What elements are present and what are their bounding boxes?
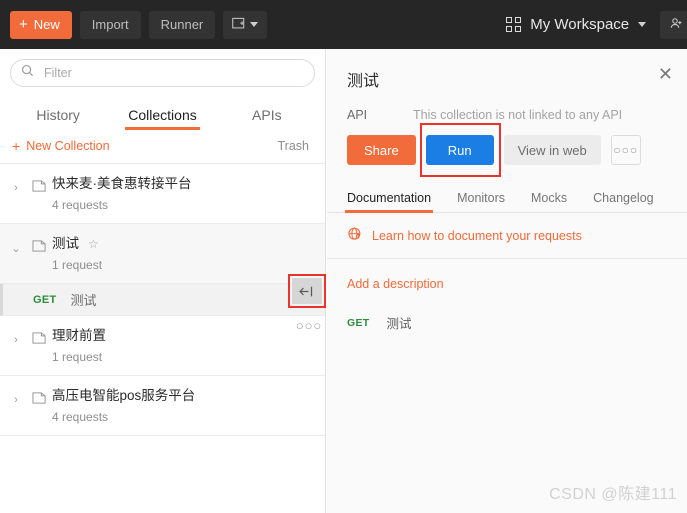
api-link-row: API This collection is not linked to any…: [347, 108, 667, 122]
new-window-button[interactable]: [223, 10, 268, 39]
request-method: GET: [347, 316, 370, 329]
chevron-down-icon: [250, 22, 259, 27]
panel-action-buttons: Share Run View in web ○○○: [347, 123, 667, 177]
documentation-request-row[interactable]: GET 测试: [327, 291, 687, 332]
chevron-right-icon[interactable]: ›: [6, 327, 26, 346]
sidebar-tabs: History Collections APIs: [0, 94, 325, 130]
invite-button[interactable]: In: [660, 10, 687, 39]
trash-link[interactable]: Trash: [278, 139, 310, 153]
panel-header: 测试 ✕ API This collection is not linked t…: [327, 49, 687, 177]
watermark: CSDN @陈建111: [549, 486, 677, 503]
tab-monitors[interactable]: Monitors: [457, 191, 505, 212]
folder-icon: [26, 235, 52, 253]
collection-title: 理财前置: [52, 327, 317, 345]
new-button-label: New: [33, 17, 60, 32]
plus-icon: +: [12, 138, 21, 154]
collapse-left-icon: [299, 286, 313, 296]
new-button[interactable]: + New: [10, 10, 72, 39]
globe-upload-icon: [347, 226, 363, 245]
folder-icon: [26, 327, 52, 345]
tab-history[interactable]: History: [6, 107, 110, 130]
search-icon: [21, 64, 34, 82]
learn-documentation-link[interactable]: Learn how to document your requests: [327, 213, 687, 259]
collection-count: 1 request: [52, 258, 103, 272]
collection-detail-panel: 测试 ✕ API This collection is not linked t…: [327, 49, 687, 513]
collection-name: 测试: [52, 236, 79, 251]
panel-more-button[interactable]: ○○○: [610, 135, 641, 165]
person-add-icon: [670, 17, 683, 33]
collection-name: 高压电智能pos服务平台: [52, 388, 196, 403]
collection-row[interactable]: ⌄ 测试 ☆ 1 request: [0, 224, 325, 284]
panel-tabs: Documentation Monitors Mocks Changelog: [327, 183, 687, 213]
search-input[interactable]: [42, 65, 304, 81]
top-toolbar: + New Import Runner My Workspace: [0, 0, 687, 49]
tab-mocks[interactable]: Mocks: [531, 191, 567, 212]
learn-link-label: Learn how to document your requests: [372, 228, 582, 243]
collection-row[interactable]: › 高压电智能pos服务平台 4 requests: [0, 376, 325, 436]
api-label: API: [347, 108, 368, 122]
collection-count: 4 requests: [52, 198, 109, 212]
postman-window: + New Import Runner My Workspace Filter …: [0, 0, 687, 513]
run-button[interactable]: Run: [425, 135, 494, 165]
api-link-status: This collection is not linked to any API: [413, 108, 623, 122]
collection-title: 快来麦·美食惠转接平台: [52, 175, 317, 193]
toolbar-right-group: My Workspace In: [506, 0, 687, 49]
toolbar-left-group: + New Import Runner: [0, 10, 268, 39]
collection-text: 快来麦·美食惠转接平台 4 requests: [52, 175, 317, 212]
filter-box[interactable]: [10, 59, 315, 87]
collapse-sidebar-button[interactable]: [292, 278, 322, 304]
sidebar-actions: + New Collection Trash: [0, 130, 325, 164]
add-description-link[interactable]: Add a description: [327, 259, 687, 291]
collection-title: 高压电智能pos服务平台: [52, 387, 317, 405]
workspace-label: My Workspace: [530, 16, 630, 33]
filter-wrapper: [0, 49, 325, 87]
collection-count: 1 request: [52, 350, 103, 364]
request-name: 测试: [70, 293, 97, 308]
chevron-right-icon[interactable]: ›: [6, 175, 26, 194]
new-collection-button[interactable]: + New Collection: [12, 139, 110, 153]
tab-changelog[interactable]: Changelog: [593, 191, 653, 212]
collection-more-button[interactable]: ○○○: [294, 313, 324, 337]
collection-row[interactable]: › 快来麦·美食惠转接平台 4 requests: [0, 164, 325, 224]
tab-apis[interactable]: APIs: [215, 107, 319, 130]
new-collection-label: New Collection: [26, 139, 110, 153]
workspace-selector[interactable]: My Workspace: [506, 16, 660, 33]
collection-text: 高压电智能pos服务平台 4 requests: [52, 387, 317, 424]
collection-count: 4 requests: [52, 410, 109, 424]
page-title: 测试: [347, 73, 380, 90]
collection-text: 理财前置 1 request: [52, 327, 317, 364]
share-button[interactable]: Share: [347, 135, 416, 165]
grid-icon: [506, 17, 522, 32]
collection-text: 测试 ☆ 1 request: [52, 235, 317, 272]
request-row[interactable]: GET 测试: [0, 284, 325, 316]
collection-title: 测试 ☆: [52, 235, 317, 253]
view-in-web-button[interactable]: View in web: [503, 135, 601, 165]
tab-collections[interactable]: Collections: [110, 107, 214, 130]
collection-name: 快来麦·美食惠转接平台: [52, 176, 192, 191]
new-window-icon: [232, 17, 245, 33]
star-icon[interactable]: ☆: [88, 235, 99, 253]
request-method: GET: [33, 293, 57, 306]
tab-documentation[interactable]: Documentation: [344, 191, 434, 213]
collection-name: 理财前置: [52, 328, 106, 343]
collection-list: › 快来麦·美食惠转接平台 4 requests ⌄ 测试 ☆ 1 reques…: [0, 164, 325, 436]
plus-icon: +: [19, 16, 28, 33]
chevron-right-icon[interactable]: ›: [6, 387, 26, 406]
close-icon[interactable]: ✕: [658, 65, 673, 83]
folder-icon: [26, 175, 52, 193]
request-name: 测试: [386, 317, 412, 331]
runner-button[interactable]: Runner: [148, 10, 216, 39]
import-button[interactable]: Import: [79, 10, 141, 39]
chevron-down-icon[interactable]: ⌄: [6, 235, 26, 255]
sidebar: History Collections APIs + New Collectio…: [0, 49, 326, 513]
folder-icon: [26, 387, 52, 405]
collection-row[interactable]: › 理财前置 1 request: [0, 316, 325, 376]
chevron-down-icon: [638, 22, 647, 27]
